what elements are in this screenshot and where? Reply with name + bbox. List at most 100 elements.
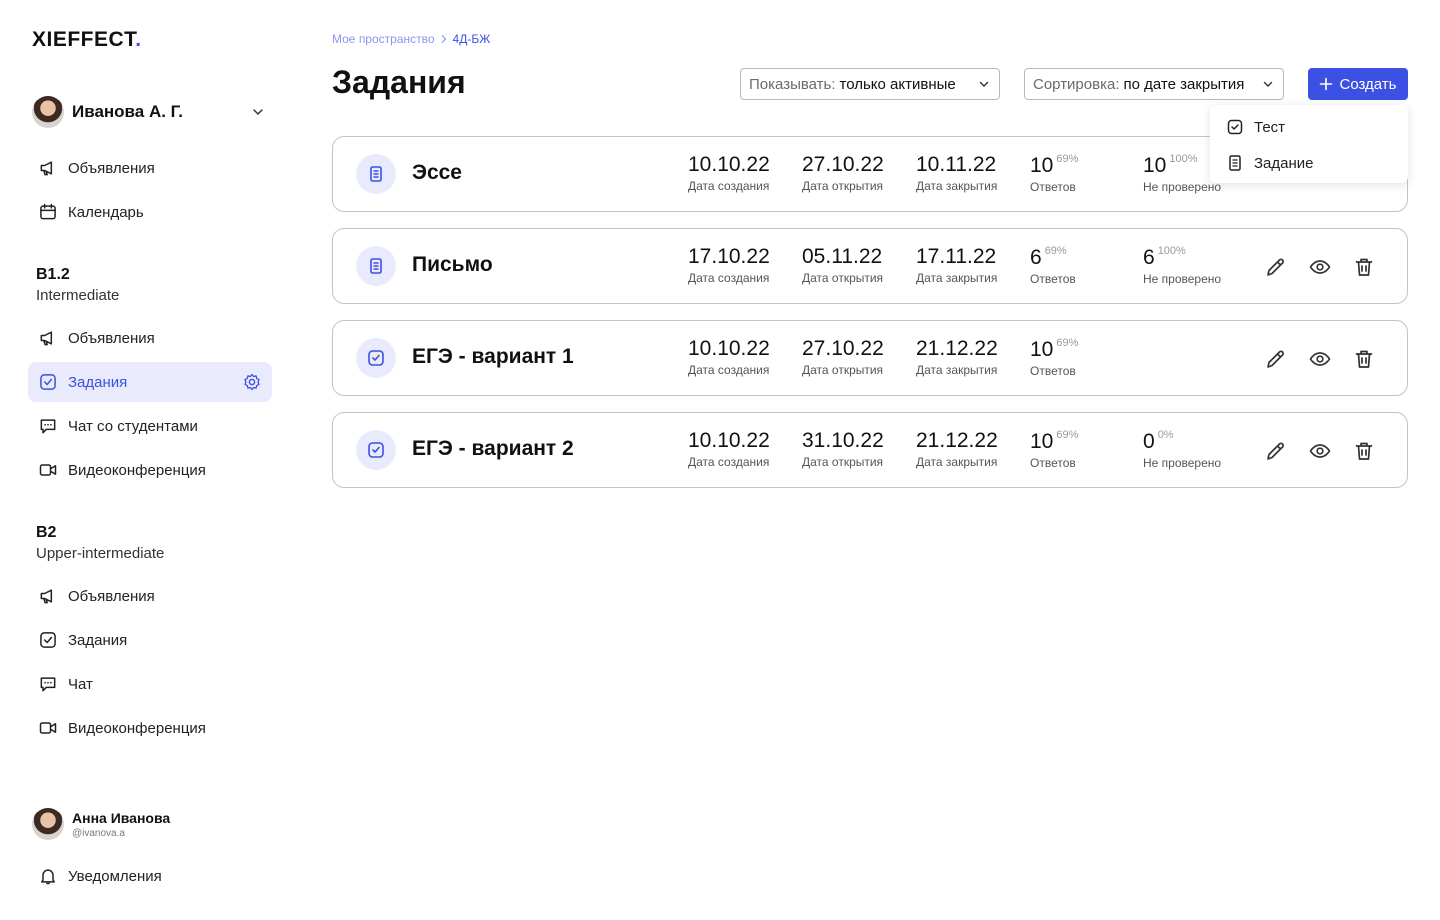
sidebar-item-chat[interactable]: Чат [28,664,272,704]
eye-icon[interactable] [1308,347,1332,371]
metric-created: 10.10.22 Дата создания [688,337,770,377]
create-menu-item-assignment[interactable]: Задание [1226,151,1314,175]
sidebar-item-label: Чат [68,675,93,693]
create-menu-item-test[interactable]: Тест [1226,115,1285,139]
video-icon [36,458,60,482]
notifications-label: Уведомления [68,867,162,885]
metric-unchecked: 0 0% Не проверено [1143,429,1222,470]
user-handle: @ivanova.a [72,827,125,839]
task-icon [36,628,60,652]
sidebar-item-announcements[interactable]: Объявления [28,148,272,188]
eye-icon[interactable] [1308,439,1332,463]
filter-select[interactable]: Показывать: только активные [740,68,1000,100]
metric-unchecked: 6 100% Не проверено [1143,245,1222,286]
breadcrumb: Мое пространство 4Д-БЖ [332,32,490,46]
create-button[interactable]: Создать [1308,68,1408,100]
group-title: B2 [36,524,57,541]
test-icon [356,338,396,378]
chevron-down-icon [253,109,263,115]
trash-icon[interactable] [1352,347,1376,371]
metric-created: 10.10.22 Дата создания [688,153,770,193]
sidebar-item-label: Объявления [68,329,155,347]
chevron-right-icon [441,35,446,43]
chat-icon [36,414,60,438]
sidebar-item-calendar[interactable]: Календарь [28,192,272,232]
document-icon [356,154,396,194]
assignment-name: ЕГЭ - вариант 1 [412,345,574,368]
chevron-down-icon [1263,81,1273,87]
metric-opened: 27.10.22 Дата открытия [802,153,884,193]
group-subtitle: Intermediate [36,287,120,304]
sidebar-item-label: Задания [68,631,128,649]
breadcrumb-current[interactable]: 4Д-БЖ [453,32,491,46]
page-title: Задания [332,64,466,100]
sidebar-item-label: Календарь [68,203,144,221]
user-name: Анна Иванова [72,809,171,826]
assignment-name: Эссе [412,161,462,184]
sidebar-item-chat[interactable]: Чат со студентами [28,406,272,446]
megaphone-icon [36,156,60,180]
task-icon [36,370,60,394]
sidebar-item-tasks[interactable]: Задания [28,362,272,402]
metric-answers: 6 69% Ответов [1030,245,1076,286]
gear-icon[interactable] [242,372,262,392]
metric-created: 10.10.22 Дата создания [688,429,770,469]
profile-name: Иванова А. Г. [72,102,183,121]
notifications-button[interactable]: Уведомления [28,856,272,896]
sort-select[interactable]: Сортировка: по дате закрытия [1024,68,1284,100]
sidebar-item-label: Объявления [68,159,155,177]
profile-switcher[interactable]: Иванова А. Г. [32,96,272,128]
assignment-card[interactable]: ЕГЭ - вариант 1 10.10.22 Дата создания 27… [332,320,1408,396]
megaphone-icon [36,584,60,608]
calendar-icon [36,200,60,224]
megaphone-icon [36,326,60,350]
sort-value: по дате закрытия [1123,75,1245,93]
metric-closed: 17.11.22 Дата закрытия [916,245,998,285]
metric-closed: 21.12.22 Дата закрытия [916,337,998,377]
logo[interactable]: XIEFFECT. [32,28,142,52]
sidebar-item-videoconference[interactable]: Видеоконференция [28,450,272,490]
document-icon [356,246,396,286]
sidebar-item-announcements[interactable]: Объявления [28,318,272,358]
assignment-card[interactable]: ЕГЭ - вариант 2 10.10.22 Дата создания 31… [332,412,1408,488]
metric-closed: 10.11.22 Дата закрытия [916,153,998,193]
group-subtitle: Upper-intermediate [36,545,165,562]
sidebar-item-label: Видеоконференция [68,461,206,479]
sidebar-item-announcements[interactable]: Объявления [28,576,272,616]
sort-label: Сортировка: [1033,75,1120,93]
sidebar-item-label: Чат со студентами [68,417,198,435]
edit-icon[interactable] [1264,255,1288,279]
chat-icon [36,672,60,696]
document-icon [1229,155,1241,171]
breadcrumb-root[interactable]: Мое пространство [332,32,435,46]
group-title: B1.2 [36,266,70,283]
sidebar-item-label: Видеоконференция [68,719,206,737]
current-user[interactable]: Анна Иванова @ivanova.a [32,808,170,840]
bell-icon [36,864,60,888]
avatar [32,96,64,128]
create-menu: Тест Задание [1210,105,1408,183]
eye-icon[interactable] [1308,255,1332,279]
plus-icon [1320,77,1333,91]
create-menu-item-label: Тест [1254,118,1286,136]
trash-icon[interactable] [1352,439,1376,463]
avatar [32,808,64,840]
video-icon [36,716,60,740]
chevron-down-icon [979,81,989,87]
sidebar-item-tasks[interactable]: Задания [28,620,272,660]
metric-closed: 21.12.22 Дата закрытия [916,429,998,469]
sidebar-item-videoconference[interactable]: Видеоконференция [28,708,272,748]
filter-value: только активные [839,75,956,93]
filter-label: Показывать: [749,75,836,93]
create-button-label: Создать [1339,75,1397,93]
edit-icon[interactable] [1264,347,1288,371]
test-icon [356,430,396,470]
edit-icon[interactable] [1264,439,1288,463]
metric-opened: 31.10.22 Дата открытия [802,429,884,469]
metric-created: 17.10.22 Дата создания [688,245,770,285]
trash-icon[interactable] [1352,255,1376,279]
test-icon [1227,119,1243,135]
metric-answers: 10 69% Ответов [1030,153,1079,194]
assignment-card[interactable]: Письмо 17.10.22 Дата создания 05.11.22 Дат… [332,228,1408,304]
metric-answers: 10 69% Ответов [1030,337,1079,378]
